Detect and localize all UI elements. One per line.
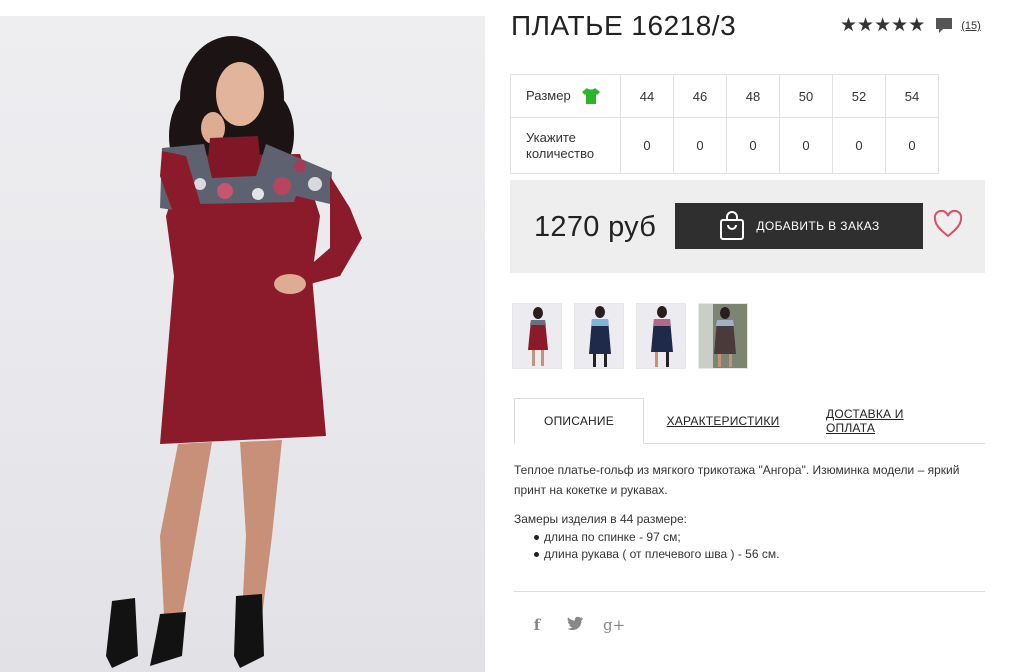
product-title: ПЛАТЬЕ 16218/3 bbox=[511, 10, 737, 41]
heart-icon[interactable] bbox=[933, 210, 963, 238]
star-icon: ★ bbox=[840, 15, 858, 36]
list-item: длина по спинке - 97 см; bbox=[534, 529, 984, 546]
size-cell[interactable]: 46 bbox=[673, 74, 727, 118]
list-item: длина рукава ( от плечевого шва ) - 56 с… bbox=[534, 546, 984, 563]
quantity-input[interactable]: 0 bbox=[779, 117, 833, 174]
main-product-photo[interactable] bbox=[0, 16, 485, 672]
size-cell[interactable]: 52 bbox=[832, 74, 886, 118]
measurements-title: Замеры изделия в 44 размере: bbox=[514, 512, 687, 526]
size-row: Размер 44 46 48 50 52 54 bbox=[510, 74, 939, 118]
review-count-link[interactable]: (15) bbox=[961, 20, 981, 32]
shirt-icon[interactable] bbox=[581, 87, 601, 105]
tab-description[interactable]: ОПИСАНИЕ bbox=[514, 398, 644, 444]
quantity-row: Укажите количество 0 0 0 0 0 0 bbox=[510, 117, 939, 174]
measurements-list: длина по спинке - 97 см; длина рукава ( … bbox=[514, 529, 984, 563]
quantity-input[interactable]: 0 bbox=[726, 117, 780, 174]
bag-icon bbox=[720, 211, 745, 240]
quantity-label: Укажите количество bbox=[510, 117, 621, 174]
quantity-input[interactable]: 0 bbox=[620, 117, 674, 174]
thumbnail-image[interactable] bbox=[698, 303, 748, 369]
social-share: f g+ bbox=[527, 616, 625, 634]
tab-characteristics[interactable]: ХАРАКТЕРИСТИКИ bbox=[666, 398, 780, 443]
divider bbox=[514, 591, 985, 592]
model-figure bbox=[106, 36, 362, 668]
rating-block: ★ ★ ★ ★ ★ (15) bbox=[840, 16, 981, 36]
product-price: 1270 руб bbox=[534, 211, 657, 243]
star-icon: ★ bbox=[908, 15, 926, 36]
price-block: 1270 руб ДОБАВИТЬ В ЗАКАЗ bbox=[510, 180, 985, 273]
star-icon: ★ bbox=[891, 15, 909, 36]
size-label: Размер bbox=[526, 88, 571, 103]
add-to-order-button[interactable]: ДОБАВИТЬ В ЗАКАЗ bbox=[675, 203, 923, 249]
google-plus-icon[interactable]: g+ bbox=[603, 616, 625, 634]
thumbnail-image[interactable] bbox=[574, 303, 624, 369]
tab-delivery-payment[interactable]: ДОСТАВКА И ОПЛАТА bbox=[826, 398, 954, 443]
star-icon: ★ bbox=[874, 15, 892, 36]
quantity-input[interactable]: 0 bbox=[885, 117, 939, 174]
add-to-order-label: ДОБАВИТЬ В ЗАКАЗ bbox=[756, 219, 880, 233]
product-tabs: ОПИСАНИЕ ХАРАКТЕРИСТИКИ ДОСТАВКА И ОПЛАТ… bbox=[514, 398, 985, 444]
quantity-input[interactable]: 0 bbox=[673, 117, 727, 174]
twitter-icon[interactable] bbox=[565, 616, 585, 634]
facebook-icon[interactable]: f bbox=[527, 616, 547, 634]
thumbnail-image[interactable] bbox=[512, 303, 562, 369]
thumbnail-image[interactable] bbox=[636, 303, 686, 369]
size-cell[interactable]: 54 bbox=[885, 74, 939, 118]
size-cell[interactable]: 44 bbox=[620, 74, 674, 118]
comment-icon[interactable] bbox=[935, 17, 953, 35]
description-text: Теплое платье-гольф из мягкого трикотажа… bbox=[514, 463, 960, 497]
size-cell[interactable]: 48 bbox=[726, 74, 780, 118]
star-icon: ★ bbox=[857, 15, 875, 36]
thumbnail-gallery bbox=[512, 303, 748, 369]
size-cell[interactable]: 50 bbox=[779, 74, 833, 118]
product-page: ПЛАТЬЕ 16218/3 ★ ★ ★ ★ ★ (15) Размер 44 … bbox=[0, 0, 1016, 672]
size-label-cell: Размер bbox=[510, 74, 621, 118]
size-table: Размер 44 46 48 50 52 54 Укажите количес… bbox=[510, 74, 939, 174]
description-panel: Теплое платье-гольф из мягкого трикотажа… bbox=[514, 460, 984, 563]
quantity-input[interactable]: 0 bbox=[832, 117, 886, 174]
